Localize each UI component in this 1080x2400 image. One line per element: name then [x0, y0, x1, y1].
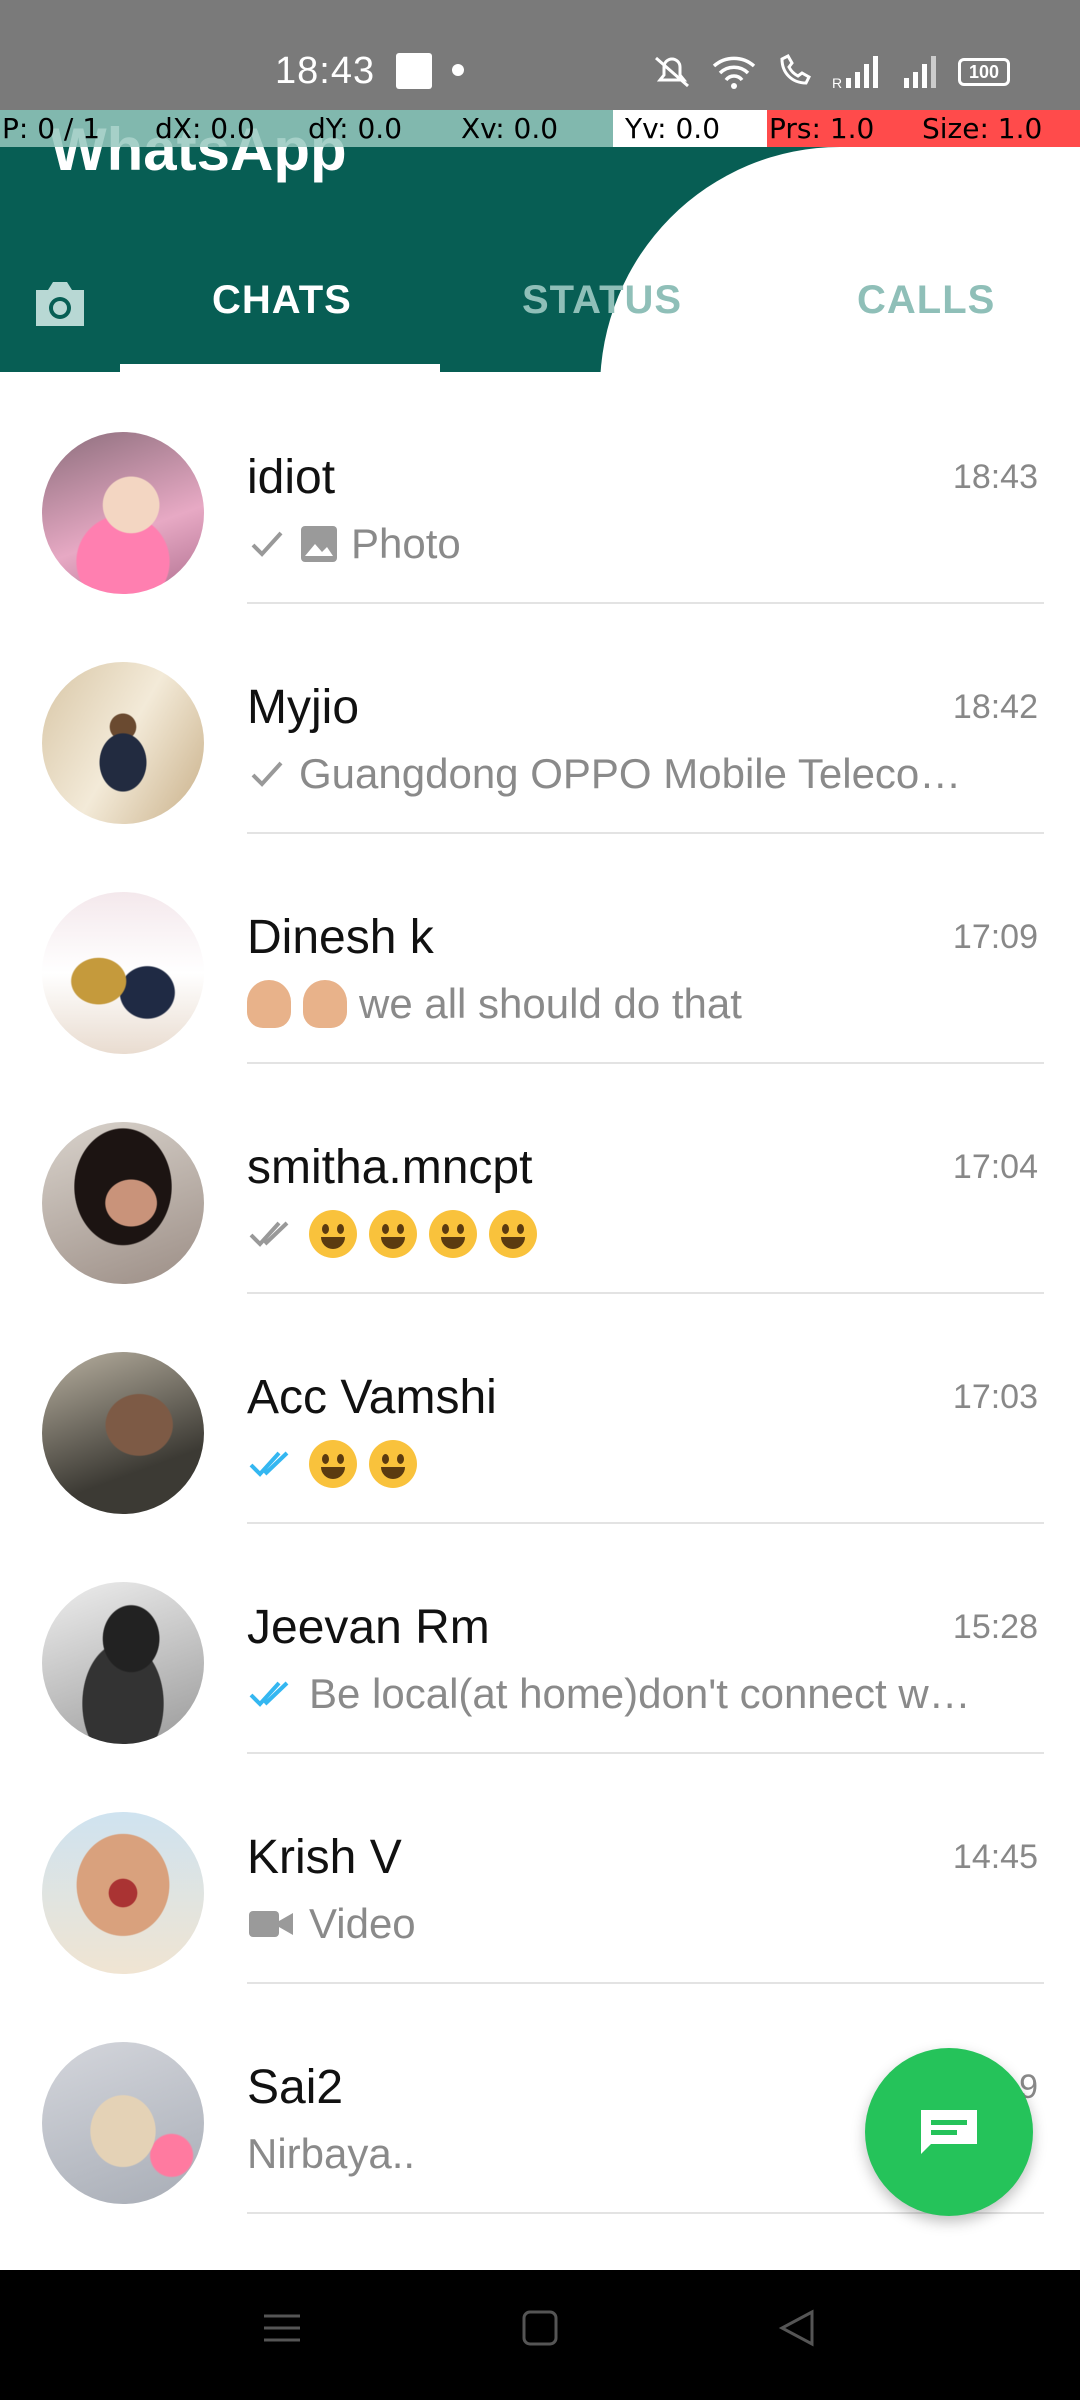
chat-preview: [247, 1210, 1017, 1258]
avatar[interactable]: [42, 1352, 204, 1514]
avatar[interactable]: [42, 432, 204, 594]
chat-preview: we all should do that: [247, 980, 1017, 1028]
avatar[interactable]: [42, 1812, 204, 1974]
chat-row[interactable]: idiot 18:43 Photo: [0, 372, 1080, 604]
chat-row[interactable]: smitha.mncpt 17:04: [0, 1062, 1080, 1294]
debug-size: Size: 1.0: [920, 110, 1080, 147]
signal-icon-2: [904, 56, 936, 88]
chat-name: Krish V: [247, 1831, 402, 1884]
signal-icon: R: [832, 56, 878, 90]
chat-time: 17:09: [952, 918, 1038, 956]
status-bar: 18:43 R 100: [0, 0, 1080, 110]
avatar[interactable]: [42, 1582, 204, 1744]
chat-time: 14:45: [952, 1838, 1038, 1876]
chat-preview-text: Video: [309, 1900, 416, 1947]
video-icon: [249, 1911, 293, 1937]
debug-p: P: 0 / 1: [0, 110, 153, 147]
chat-preview: Video: [247, 1900, 1017, 1948]
chat-name: Jeevan Rm: [247, 1601, 490, 1654]
debug-dx: dX: 0.0: [153, 110, 306, 147]
chat-time: 15:28: [952, 1608, 1038, 1646]
more-notifications-dot: [452, 64, 464, 76]
ok-hand-emoji: [247, 980, 291, 1028]
pointer-debug-overlay: P: 0 / 1 dX: 0.0 dY: 0.0 Xv: 0.0 Yv: 0.0…: [0, 110, 1080, 147]
chat-preview-text: Photo: [351, 520, 461, 567]
chat-time: 18:43: [952, 458, 1038, 496]
tab-calls[interactable]: CALLS: [857, 278, 995, 323]
status-time: 18:43: [275, 50, 376, 92]
chat-preview-text: Be local(at home)don't connect w…: [309, 1670, 971, 1717]
chat-preview: Photo: [247, 520, 1017, 568]
chat-name: Sai2: [247, 2061, 344, 2114]
chat-preview-text: Nirbaya..: [247, 2130, 416, 2177]
overlay-blob: [600, 147, 1080, 389]
chat-name: Myjio: [247, 681, 360, 734]
tab-status[interactable]: STATUS: [522, 278, 682, 323]
chat-preview: Be local(at home)don't connect w…: [247, 1670, 1017, 1718]
grin-emoji: [309, 1440, 357, 1488]
chat-row[interactable]: Dinesh k 17:09 we all should do that: [0, 832, 1080, 1064]
debug-xv: Xv: 0.0: [459, 110, 613, 147]
battery-icon: 100: [958, 58, 1010, 86]
avatar[interactable]: [42, 1122, 204, 1284]
chat-name: idiot: [247, 451, 336, 504]
read-ticks-icon: [249, 1451, 289, 1477]
wifi-icon: [712, 56, 756, 89]
chat-row[interactable]: Acc Vamshi 17:03: [0, 1292, 1080, 1524]
sent-tick-icon: [251, 531, 283, 557]
flushed-emoji: [309, 1210, 357, 1258]
app-header: WhatsApp CHATS STATUS CALLS: [0, 110, 1080, 389]
chat-name: smitha.mncpt: [247, 1141, 533, 1194]
svg-text:R: R: [832, 75, 842, 90]
kiss-emoji: [429, 1210, 477, 1258]
avatar[interactable]: [42, 892, 204, 1054]
grin-emoji: [489, 1210, 537, 1258]
new-chat-icon: [921, 2110, 977, 2154]
avatar[interactable]: [42, 662, 204, 824]
camera-icon: [36, 282, 84, 326]
thumbs-up-emoji: [303, 980, 347, 1028]
debug-yv: Yv: 0.0: [613, 110, 767, 147]
status-icons: R 100: [650, 52, 1010, 92]
eye-roll-emoji: [369, 1210, 417, 1258]
system-nav-bar: [0, 2270, 1080, 2400]
tab-chats[interactable]: CHATS: [212, 278, 352, 323]
photo-icon: [301, 526, 337, 562]
avatar[interactable]: [42, 2042, 204, 2204]
back-icon[interactable]: [776, 2308, 816, 2348]
debug-prs: Prs: 1.0: [767, 110, 920, 147]
chat-time: 17:04: [952, 1148, 1038, 1186]
camera-button[interactable]: [28, 272, 92, 336]
menu-icon[interactable]: [262, 2308, 302, 2348]
chat-row[interactable]: Krish V 14:45 Video: [0, 1752, 1080, 1984]
debug-dy: dY: 0.0: [306, 110, 459, 147]
grin-emoji: [369, 1440, 417, 1488]
chat-preview-text: we all should do that: [359, 980, 742, 1027]
active-tab-indicator: [120, 364, 440, 372]
delivered-ticks-icon: [249, 1221, 289, 1247]
chat-preview: [247, 1440, 1017, 1488]
mute-icon: [655, 56, 689, 88]
read-ticks-icon: [249, 1681, 289, 1707]
chat-preview-text: Guangdong OPPO Mobile Teleco…: [299, 750, 962, 797]
chat-row[interactable]: Jeevan Rm 15:28 Be local(at home)don't c…: [0, 1522, 1080, 1754]
home-icon[interactable]: [520, 2308, 560, 2348]
notification-icon: [396, 53, 432, 89]
new-chat-button[interactable]: [865, 2048, 1033, 2216]
chat-row[interactable]: Myjio 18:42 Guangdong OPPO Mobile Teleco…: [0, 602, 1080, 834]
volte-call-icon: [780, 54, 811, 85]
chat-list: idiot 18:43 Photo Myjio 18:42 Guangdong …: [0, 372, 1080, 2214]
chat-name: Acc Vamshi: [247, 1371, 497, 1424]
sent-tick-icon: [251, 761, 283, 787]
chat-time: 17:03: [952, 1378, 1038, 1416]
chat-preview: Guangdong OPPO Mobile Teleco…: [247, 750, 1017, 798]
chat-time: 18:42: [952, 688, 1038, 726]
chat-name: Dinesh k: [247, 911, 434, 964]
